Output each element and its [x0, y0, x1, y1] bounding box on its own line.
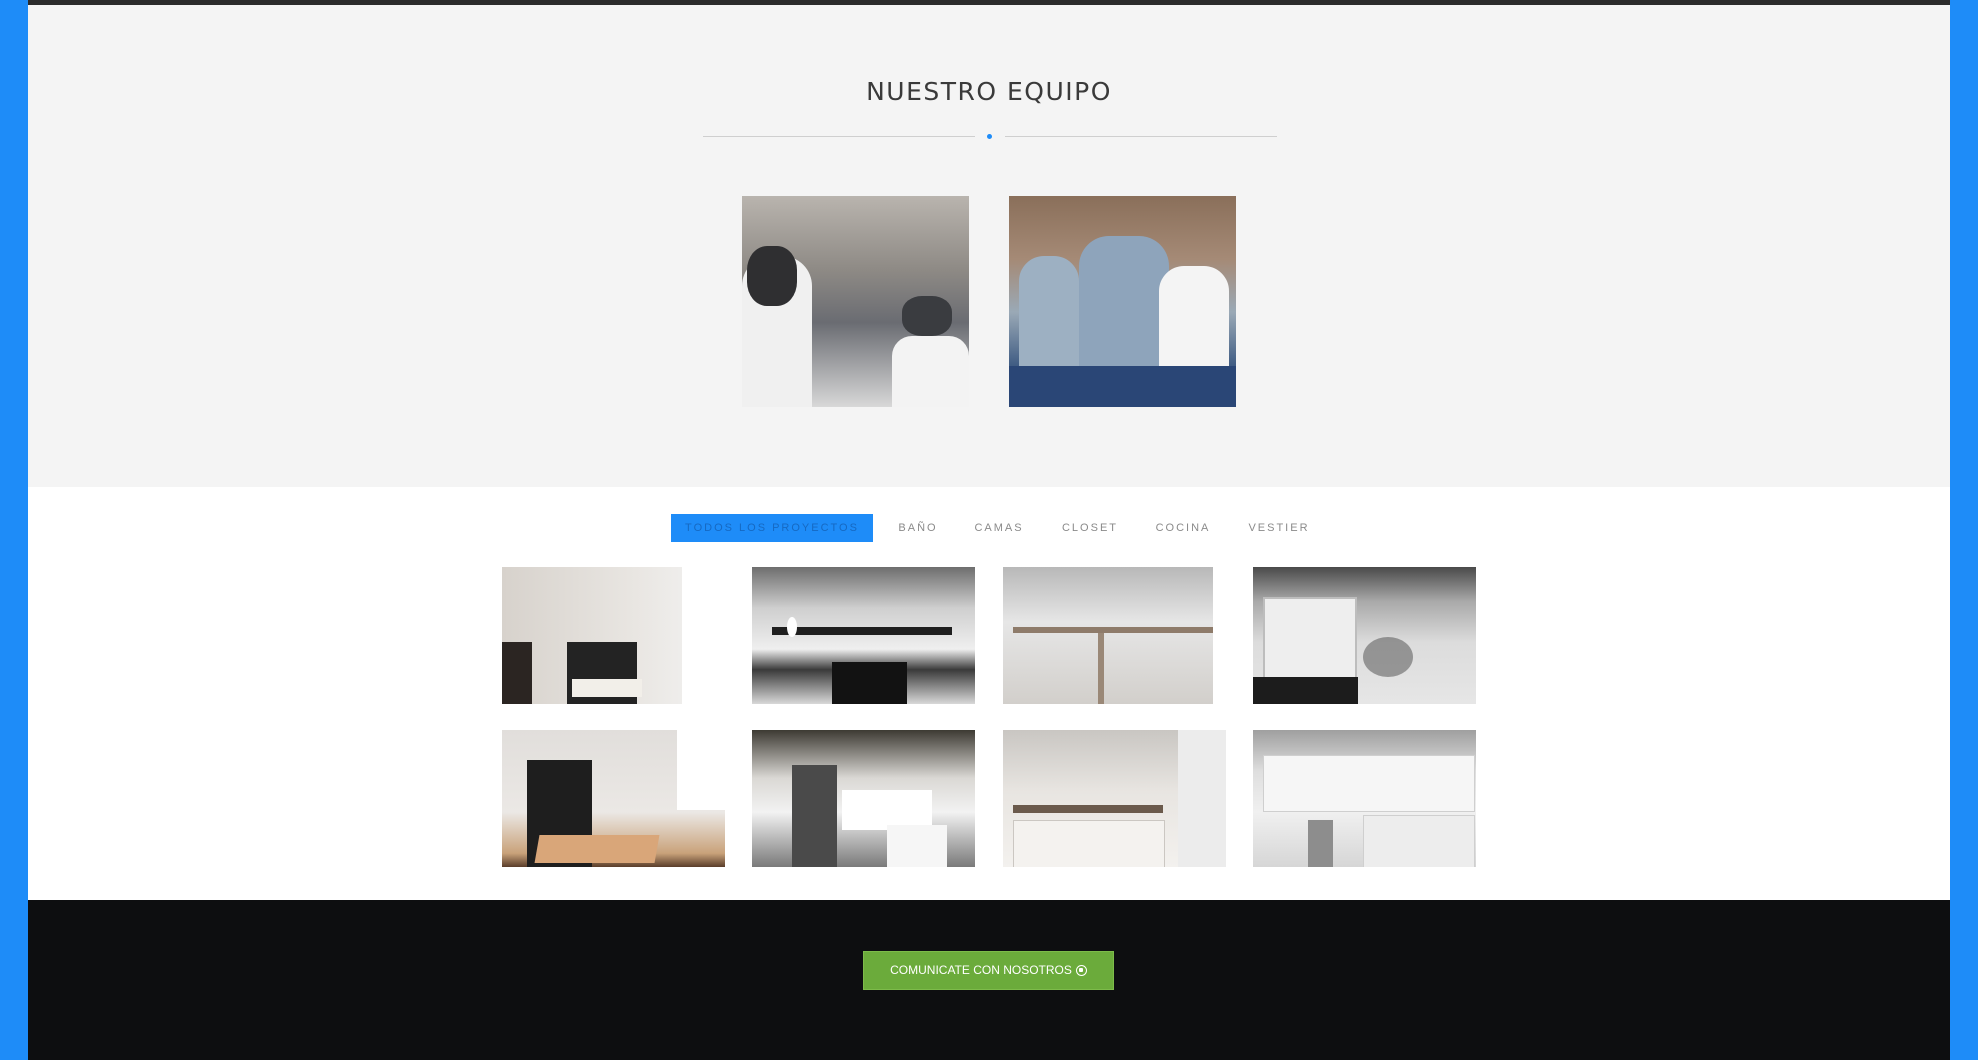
- contact-whatsapp-button[interactable]: COMUNICATE CON NOSOTROS: [863, 951, 1114, 990]
- title-divider-dot: [987, 134, 992, 139]
- filter-cocina[interactable]: COCINA: [1148, 514, 1218, 542]
- filter-bano[interactable]: BAÑO: [889, 514, 947, 542]
- project-thumb-vestier[interactable]: [1253, 567, 1476, 704]
- cta-label: COMUNICATE CON NOSOTROS: [890, 963, 1072, 977]
- project-thumb-cabinet[interactable]: [1003, 730, 1226, 867]
- project-thumb-living[interactable]: [752, 567, 975, 704]
- project-thumb-bed[interactable]: [502, 730, 725, 867]
- team-photo-group: [1009, 196, 1236, 407]
- filter-camas[interactable]: CAMAS: [966, 514, 1032, 542]
- filter-closet[interactable]: CLOSET: [1055, 514, 1125, 542]
- title-divider-right: [1005, 136, 1277, 137]
- project-thumb-closet[interactable]: [1003, 567, 1226, 704]
- filter-vestier[interactable]: VESTIER: [1241, 514, 1317, 542]
- cta-section: COMUNICATE CON NOSOTROS: [28, 900, 1950, 1060]
- project-thumb-wardrobe[interactable]: [1253, 730, 1476, 867]
- project-thumb-kitchen[interactable]: [752, 730, 975, 867]
- page: NUESTRO EQUIPO TODOS LOS PROYECTOS BAÑO …: [28, 0, 1950, 1060]
- title-divider-left: [703, 136, 975, 137]
- portfolio-filters: TODOS LOS PROYECTOS BAÑO CAMAS CLOSET CO…: [28, 514, 1950, 542]
- project-thumb-bedroom[interactable]: [502, 567, 725, 704]
- filter-todos[interactable]: TODOS LOS PROYECTOS: [671, 514, 873, 542]
- team-title: NUESTRO EQUIPO: [866, 77, 1112, 106]
- team-section: NUESTRO EQUIPO: [28, 5, 1950, 487]
- team-photo-van: [742, 196, 969, 407]
- whatsapp-icon: [1075, 965, 1087, 976]
